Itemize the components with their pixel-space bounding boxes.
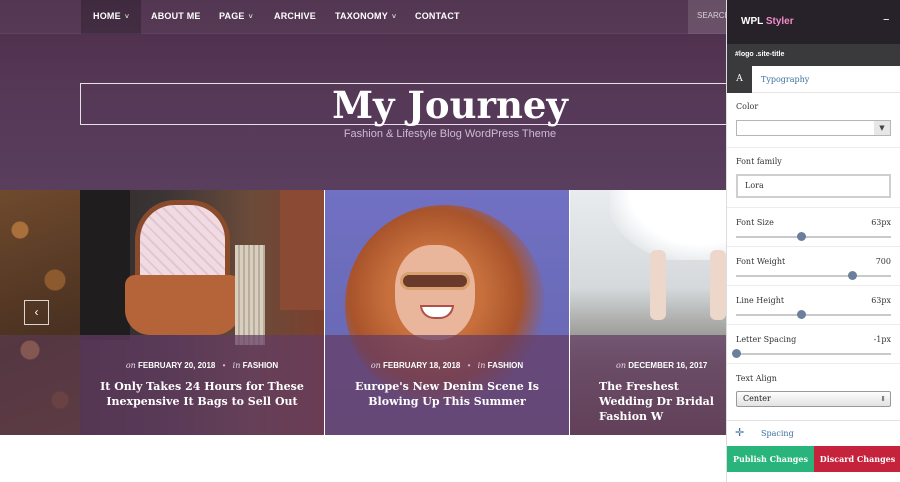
- slider-handle[interactable]: [848, 271, 858, 280]
- slide-meta: on FEBRUARY 18, 2018 • in FASHION: [325, 361, 569, 370]
- styler-panel: WPL Styler – #logo .site-title A Typogra…: [726, 0, 900, 482]
- letter-spacing-field: Letter Spacing -1px: [727, 325, 900, 364]
- slider-handle[interactable]: [797, 232, 807, 241]
- on-label: on: [616, 361, 626, 370]
- spacing-label[interactable]: Spacing: [761, 429, 794, 438]
- line-height-field: Line Height 63px: [727, 286, 900, 325]
- nav-item-contact[interactable]: CONTACT: [403, 0, 472, 34]
- slide-image-detail: [650, 250, 666, 320]
- color-picker[interactable]: ▼: [736, 120, 891, 136]
- chevron-down-icon: ˅: [124, 14, 130, 21]
- minimize-icon[interactable]: –: [883, 12, 890, 27]
- nav-item-label: TAXONOMY: [335, 11, 388, 21]
- nav-item-label: ARCHIVE: [274, 11, 316, 21]
- slide-image-detail: [235, 245, 265, 345]
- line-height-slider[interactable]: [736, 310, 891, 319]
- field-label: Line Height: [736, 296, 785, 305]
- field-label: Text Align: [736, 374, 777, 383]
- publish-changes-button[interactable]: Publish Changes: [727, 446, 814, 472]
- nav-item-label: PAGE: [219, 11, 245, 21]
- chevron-down-icon: ˅: [248, 14, 253, 21]
- nav-item-home[interactable]: HOME ˅: [81, 0, 142, 34]
- typography-icon[interactable]: A: [727, 66, 752, 93]
- post-date[interactable]: FEBRUARY 20, 2018: [138, 361, 215, 370]
- styler-title: WPL Styler: [741, 16, 794, 27]
- post-date[interactable]: FEBRUARY 18, 2018: [383, 361, 460, 370]
- chevron-down-icon[interactable]: ▼: [874, 121, 890, 135]
- slide-image-detail: [80, 190, 130, 340]
- slide-image-detail: [400, 272, 470, 290]
- on-label: on: [125, 361, 136, 370]
- font-weight-slider[interactable]: [736, 271, 891, 280]
- slide-overlay: [0, 335, 80, 435]
- search-input[interactable]: SEARCH: [688, 0, 728, 34]
- slide-image-detail: [280, 190, 324, 310]
- field-label: Font Size: [736, 218, 774, 227]
- discard-changes-button[interactable]: Discard Changes: [814, 446, 900, 472]
- slide-item[interactable]: on FEBRUARY 20, 2018 • in FASHION It Onl…: [80, 190, 324, 435]
- font-size-field: Font Size 63px: [727, 208, 900, 247]
- slide-image-detail: [710, 250, 726, 320]
- meta-separator: •: [467, 361, 471, 370]
- field-value: 63px: [871, 218, 891, 227]
- styler-brand: WPL: [741, 16, 764, 27]
- slider-handle[interactable]: [797, 310, 807, 319]
- slide-item[interactable]: on FEBRUARY 18, 2018 • in FASHION Europe…: [325, 190, 569, 435]
- nav-item-label: HOME: [93, 11, 121, 21]
- chevron-down-icon: ˅: [391, 14, 397, 21]
- field-label: Color: [736, 102, 759, 111]
- nav-item-about-me[interactable]: ABOUT ME: [139, 0, 213, 34]
- meta-separator: •: [222, 361, 226, 370]
- font-family-input[interactable]: Lora: [736, 174, 891, 198]
- post-title[interactable]: It Only Takes 24 Hours for These Inexpen…: [80, 379, 324, 409]
- nav-item-taxonomy[interactable]: TAXONOMY ˅: [323, 0, 408, 34]
- field-value: 63px: [871, 296, 891, 305]
- field-label: Letter Spacing: [736, 335, 797, 344]
- field-value: -1px: [873, 335, 891, 344]
- slide-image-detail: [395, 245, 475, 340]
- font-weight-field: Font Weight 700: [727, 247, 900, 286]
- nav-item-label: ABOUT ME: [151, 11, 201, 21]
- css-selector-label: #logo .site-title: [727, 44, 900, 66]
- field-value: 700: [875, 257, 891, 266]
- post-category[interactable]: FASHION: [488, 361, 524, 370]
- post-date[interactable]: DECEMBER 16, 2017: [628, 361, 707, 370]
- nav-item-label: CONTACT: [415, 11, 460, 21]
- letter-spacing-slider[interactable]: [732, 349, 891, 358]
- text-align-select[interactable]: Center ⇕: [736, 391, 891, 407]
- field-label: Font family: [736, 157, 782, 166]
- chevron-left-icon[interactable]: ‹: [24, 300, 49, 325]
- slider-handle[interactable]: [732, 349, 741, 358]
- font-size-slider[interactable]: [736, 232, 891, 241]
- post-title[interactable]: Europe's New Denim Scene Is Blowing Up T…: [325, 379, 569, 409]
- select-arrows-icon: ⇕: [880, 395, 886, 403]
- in-label: in: [477, 361, 486, 370]
- slide-image-detail: [125, 275, 240, 335]
- in-label: in: [232, 361, 241, 370]
- tab-typography[interactable]: Typography: [761, 66, 809, 93]
- select-value: Center: [743, 394, 771, 403]
- nav-item-archive[interactable]: ARCHIVE: [262, 0, 328, 34]
- nav-item-page[interactable]: PAGE ˅: [207, 0, 265, 34]
- spacing-section[interactable]: ✛ Spacing: [727, 420, 900, 446]
- field-label: Font Weight: [736, 257, 786, 266]
- styler-brand-accent: Styler: [765, 16, 794, 27]
- styler-tabs: A Typography: [727, 66, 900, 93]
- post-title[interactable]: The Freshest Wedding Dr Bridal Fashion W: [570, 379, 730, 424]
- styler-header: WPL Styler –: [727, 0, 900, 44]
- slide-meta: on FEBRUARY 20, 2018 • in FASHION: [80, 361, 324, 370]
- post-category[interactable]: FASHION: [243, 361, 279, 370]
- move-icon[interactable]: ✛: [735, 426, 744, 439]
- on-label: on: [370, 361, 381, 370]
